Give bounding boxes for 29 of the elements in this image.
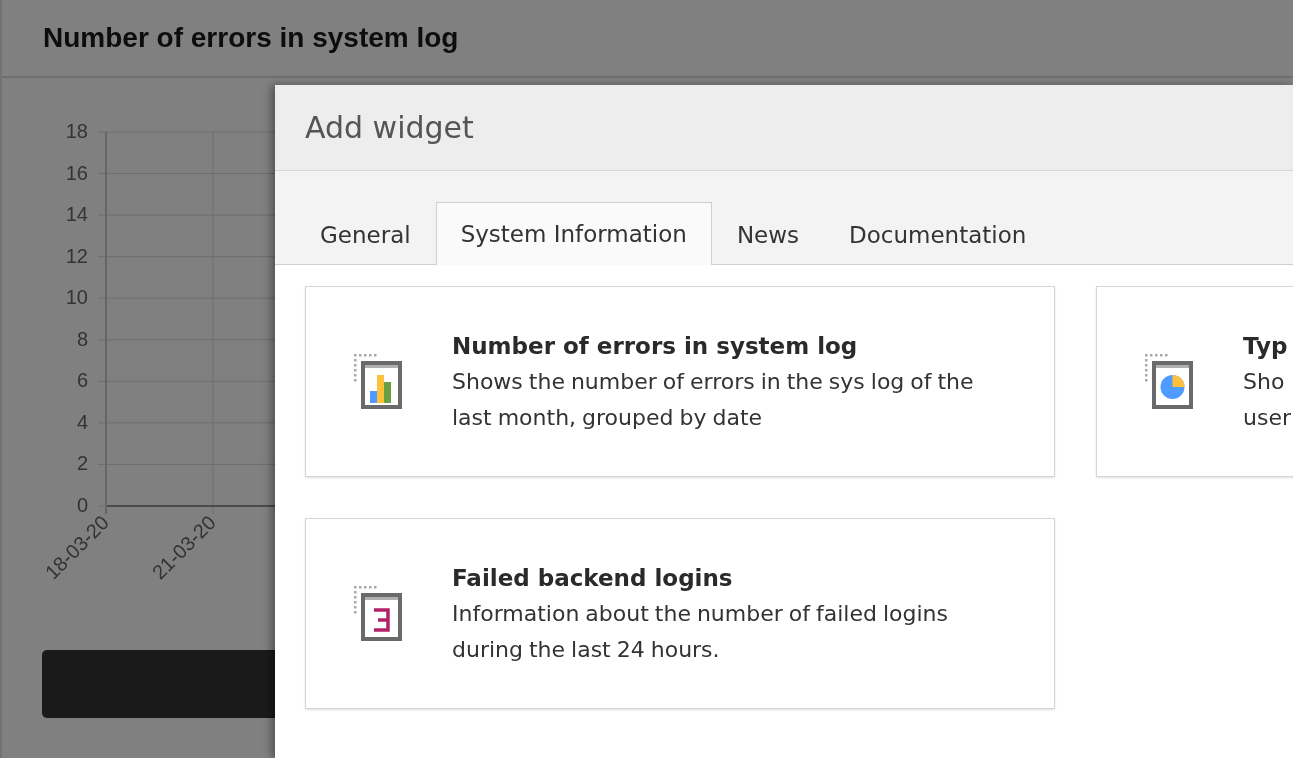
widget-description: user [1243,403,1292,432]
y-tick-label: 6 [76,369,88,392]
tab[interactable]: System Information [435,202,712,265]
y-tick-label: 4 [76,410,88,433]
y-tick-label: 8 [76,327,88,350]
widget-description: Information about the number of failed logins during the last 24 hours. [452,599,949,664]
counter-icon [354,585,404,642]
widget-card[interactable]: Typ Sho user [1096,286,1293,477]
y-tick-label: 0 [76,494,88,516]
y-tick-label: 12 [65,244,88,267]
y-tick-label: 10 [65,286,88,309]
widget-description: Shows the number of errors in the sys log of the last month, grouped by date [452,367,975,432]
tab[interactable]: News [711,203,825,265]
y-tick-label: 16 [65,161,88,184]
pie-chart-icon [1145,353,1195,410]
widget-card[interactable]: Number of errors in system log Shows the number of errors in the sys log of the last month, grouped by date [305,286,1055,477]
widget-description: Sho [1243,367,1286,396]
y-tick-label: 14 [65,203,88,226]
tab[interactable]: Documentation [824,203,1052,265]
dialog-title: Add widget [305,110,474,145]
widget-name: Number of errors in system log [452,331,859,361]
tab[interactable]: General [295,203,436,265]
widget-card[interactable]: Failed backend logins Information about the number of failed logins during the last 24 hours. [305,518,1055,709]
widget-name: Typ [1243,331,1289,361]
y-tick-label: 2 [76,452,88,475]
bar-chart-icon [354,353,404,410]
y-tick-label: 18 [65,120,88,142]
widget-name: Failed backend logins [452,563,734,593]
widget-title: Number of errors in system log [43,22,459,54]
